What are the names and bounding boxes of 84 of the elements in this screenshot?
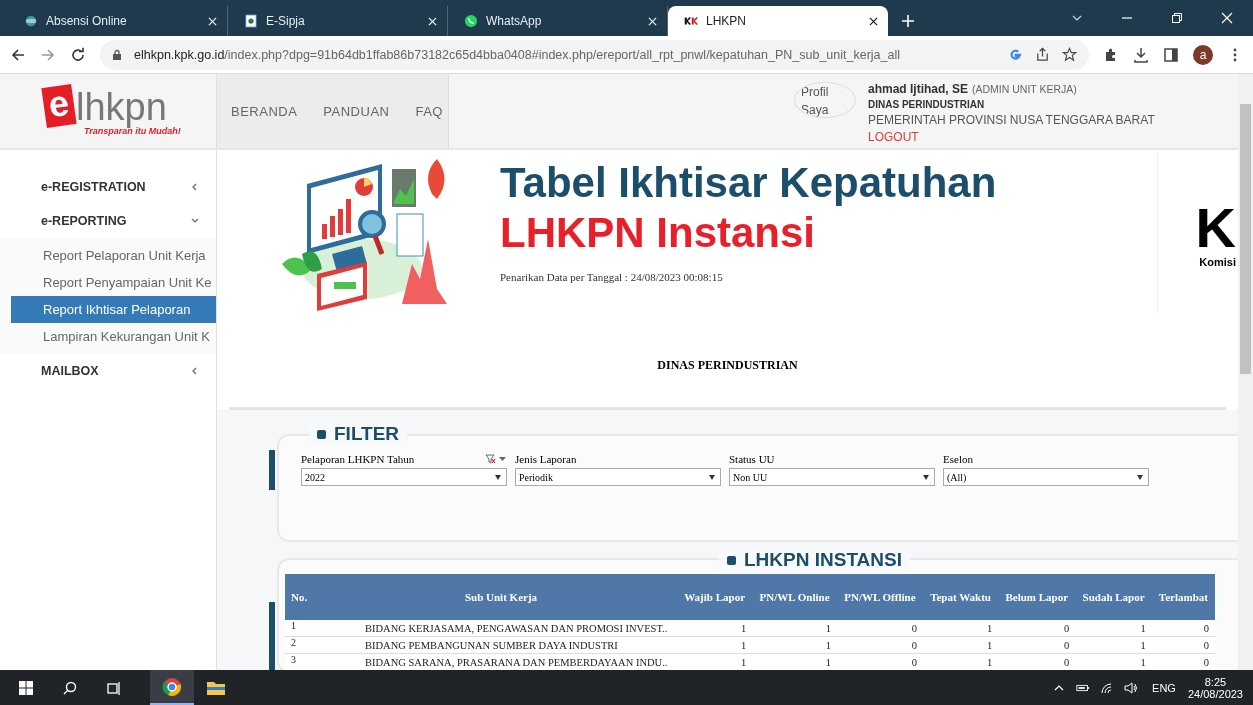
accent-bar [269,602,275,670]
caret-icon [495,474,501,480]
sidebar-section[interactable]: MAILBOX [0,354,216,388]
report-title: Tabel Ikhtisar Kepatuhan [500,158,998,208]
column-header[interactable]: Terlambat [1151,574,1215,620]
sidebar-section[interactable]: e-REPORTING [0,204,216,238]
table-cell: 0 [1151,620,1215,637]
user-province: PEMERINTAH PROVINSI NUSA TENGGARA BARAT [868,113,1155,127]
user-name: ahmad Ijtihad, SE [868,82,969,96]
clear-filter-icon[interactable] [485,454,507,464]
scrollbar[interactable] [1238,74,1253,670]
browser-tab[interactable]: LHKPN [668,6,888,36]
language-indicator[interactable]: ENG [1152,681,1176,694]
site-logo-icon [684,14,698,28]
table-cell: 0 [836,620,923,637]
google-icon[interactable] [1008,47,1023,62]
search-icon[interactable] [62,679,78,696]
column-header[interactable]: Wajib Lapor [677,574,753,620]
caret-icon [1137,474,1143,480]
address-field[interactable]: elhkpn.kpk.go.id/index.php?dpg=91b64db1ffab86b73182c65d4bba0408#index.php/ereport/all_rpt_pnwl/kepatuhan_PN_sub_unit_kerja_all [100,39,1089,70]
table-cell: BIDANG KERJASAMA, PENGAWASAN DAN PROMOSI INVEST.. [325,620,677,637]
table-cell: 1 [752,620,837,637]
sidebar-section[interactable]: e-REGISTRATION [0,170,216,204]
new-tab-icon[interactable] [902,15,914,27]
column-header[interactable]: Sudah Lapor [1075,574,1152,620]
lock-icon [112,48,122,61]
taskbar-app[interactable] [150,670,194,705]
sidebar-item[interactable]: Report Ikhtisar Pelaporan [11,296,216,323]
browser-icon [162,676,182,697]
close-icon[interactable] [869,16,878,26]
agency-logo-caption: Komisi [1199,256,1236,268]
filter-dropdown[interactable]: (All) [943,468,1149,486]
clock[interactable]: 8:25 24/08/2023 [1187,675,1243,700]
sidebar-item[interactable]: Lampiran Kekurangan Unit K [11,323,216,350]
filter-dropdown[interactable]: Periodik [515,468,721,486]
sidebar-item[interactable]: Report Penyampaian Unit Ke [11,269,216,296]
table-cell: 0 [998,620,1076,637]
filter-label: Eselon [943,453,973,465]
chat-bubble-icon [464,14,478,28]
caret-icon [923,474,929,480]
user-role: (ADMIN UNIT KERJA) [972,83,1077,95]
globe-icon [24,14,38,28]
logo-mark[interactable]: e [41,84,77,128]
nav-link[interactable]: PANDUAN [323,103,390,119]
speaker-icon[interactable] [1124,681,1139,694]
column-header[interactable]: No. [285,574,325,620]
reload-icon[interactable] [70,46,86,63]
download-icon[interactable] [1133,46,1149,63]
table-cell: 1 [285,620,325,637]
table-cell: 1 [677,620,753,637]
user-unit: DINAS PERINDUSTRIAN [868,99,986,110]
profile-avatar[interactable]: a [1193,44,1213,65]
column-header[interactable]: PN/WL Offline [836,574,923,620]
start-icon[interactable] [18,679,34,696]
accent-bar [269,450,275,490]
side-panel-icon[interactable] [1163,46,1179,63]
unit-name: DINAS PERINDUSTRIAN [657,358,798,373]
column-header[interactable]: Sub Unit Kerja [325,574,677,620]
share-icon[interactable] [1035,47,1050,62]
logout-link[interactable]: LOGOUT [868,130,1155,144]
sidebar-item[interactable]: Report Pelaporan Unit Kerja [11,242,216,269]
nav-link[interactable]: BERANDA [231,103,298,119]
nav-link[interactable]: FAQ [415,103,443,119]
filter-dropdown[interactable]: 2022 [301,468,507,486]
forward-icon[interactable] [40,46,56,63]
document-icon [244,14,258,28]
report-subtitle: LHKPN Instansi [500,208,817,259]
column-header[interactable]: PN/WL Online [752,574,837,620]
filter-label: Status UU [729,453,775,465]
filter-label: Pelaporan LHKPN Tahun [301,453,415,465]
table-cell: 1 [1075,620,1152,637]
agency-logo-letter: K [1195,200,1236,256]
column-header[interactable]: Tepat Waktu [922,574,999,620]
filter-label: Jenis Laporan [515,453,577,465]
task-view-icon[interactable] [106,679,122,696]
column-header[interactable]: Belum Lapor [998,574,1076,620]
star-icon[interactable] [1062,47,1077,62]
data-timestamp: Penarikan Data per Tanggal : 24/08/2023 00:08:15 [500,270,724,283]
table-cell: 1 [922,620,999,637]
logo-wordmark[interactable]: lhkpn [76,88,167,126]
filter-dropdown[interactable]: Non UU [729,468,935,486]
caret-icon [709,474,715,480]
restore-icon[interactable] [1171,12,1183,24]
back-icon[interactable] [10,46,26,63]
